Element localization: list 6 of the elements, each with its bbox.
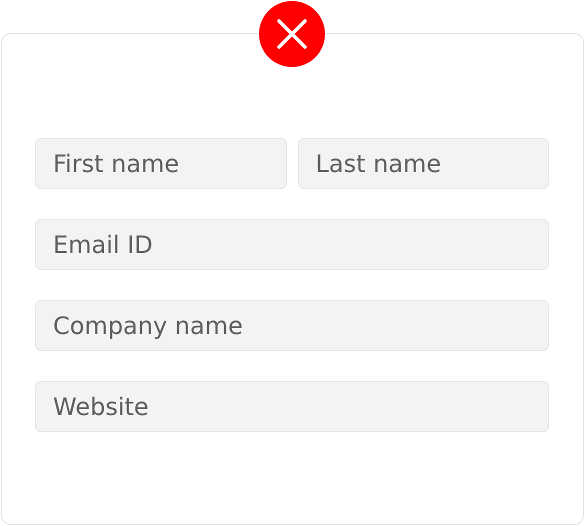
input-field[interactable]: Email ID <box>35 219 549 270</box>
input-field[interactable]: Last name <box>298 138 549 189</box>
input-field[interactable]: First name <box>35 138 286 189</box>
input-field[interactable]: Company name <box>35 300 549 351</box>
input-field[interactable]: Website <box>35 381 549 432</box>
close-icon <box>276 18 308 50</box>
